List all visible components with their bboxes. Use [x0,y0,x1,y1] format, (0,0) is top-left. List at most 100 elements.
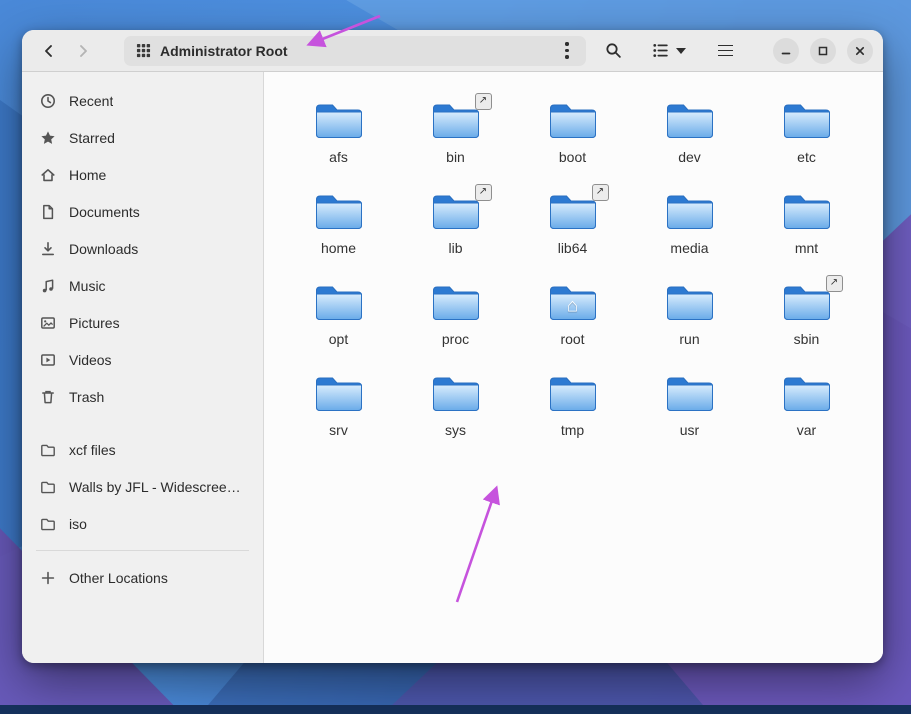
sidebar-item-label: Trash [69,389,104,405]
file-label: sys [445,422,466,438]
sidebar-item-iso[interactable]: iso [30,505,255,542]
chevron-left-icon [41,43,57,59]
chevron-down-icon [676,48,686,54]
forward-button[interactable] [66,34,100,68]
folder-icon [429,371,483,417]
file-item-lib[interactable]: ↗ lib [397,189,514,280]
sidebar-item-label: Documents [69,204,140,220]
sidebar-item-label: Music [69,278,106,294]
sidebar-item-label: Other Locations [69,570,168,586]
sidebar-item-xcf-files[interactable]: xcf files [30,431,255,468]
folder-icon [663,189,717,235]
sidebar-item-music[interactable]: Music [30,267,255,304]
file-item-sys[interactable]: sys [397,371,514,462]
maximize-button[interactable] [810,38,836,64]
wallpaper-bottom-strip [0,705,911,714]
file-label: opt [329,331,348,347]
star-icon [40,130,56,146]
path-bar[interactable]: Administrator Root [124,36,586,66]
file-label: afs [329,149,348,165]
file-label: bin [446,149,465,165]
file-item-proc[interactable]: proc [397,280,514,371]
kebab-menu-icon [565,42,568,58]
sidebar-item-label: Downloads [69,241,138,257]
file-item-etc[interactable]: etc [748,98,865,189]
folder-icon [546,371,600,417]
video-icon [40,352,56,368]
search-icon [605,42,622,59]
file-item-root[interactable]: ⌂ root [514,280,631,371]
file-item-srv[interactable]: srv [280,371,397,462]
home-icon [40,167,56,183]
file-item-run[interactable]: run [631,280,748,371]
folder-icon [312,189,366,235]
file-item-afs[interactable]: afs [280,98,397,189]
file-label: var [797,422,816,438]
file-grid: afs ↗ bin boot dev etc [280,98,883,462]
folder-icon: ↗ [546,189,600,235]
file-item-opt[interactable]: opt [280,280,397,371]
sidebar-item-label: Walls by JFL - Widescreen (... [69,479,245,495]
file-item-dev[interactable]: dev [631,98,748,189]
symlink-emblem-icon: ↗ [826,275,843,292]
file-item-media[interactable]: media [631,189,748,280]
folder-icon [663,280,717,326]
folder-outline-icon [40,516,56,532]
search-button[interactable] [596,34,630,68]
back-button[interactable] [32,34,66,68]
sidebar-item-starred[interactable]: Starred [30,119,255,156]
sidebar-item-label: xcf files [69,442,116,458]
file-label: proc [442,331,469,347]
file-label: mnt [795,240,818,256]
sidebar-item-label: Videos [69,352,112,368]
sidebar-item-documents[interactable]: Documents [30,193,255,230]
hamburger-menu-icon [718,45,733,56]
location-menu-button[interactable] [552,37,582,65]
folder-icon [663,371,717,417]
file-item-usr[interactable]: usr [631,371,748,462]
folder-icon [312,371,366,417]
file-item-boot[interactable]: boot [514,98,631,189]
file-label: lib [448,240,462,256]
maximize-icon [817,45,829,57]
file-label: run [679,331,699,347]
sidebar-item-trash[interactable]: Trash [30,378,255,415]
current-location-label: Administrator Root [160,43,552,59]
folder-icon [780,371,834,417]
file-item-mnt[interactable]: mnt [748,189,865,280]
sidebar-item-home[interactable]: Home [30,156,255,193]
main-menu-button[interactable] [708,34,742,68]
sidebar-item-label: Starred [69,130,115,146]
sidebar-item-other-locations[interactable]: Other Locations [30,559,255,596]
sidebar-item-recent[interactable]: Recent [30,82,255,119]
folder-outline-icon [40,479,56,495]
clock-icon [40,93,56,109]
file-item-var[interactable]: var [748,371,865,462]
file-item-bin[interactable]: ↗ bin [397,98,514,189]
file-label: dev [678,149,701,165]
file-label: sbin [794,331,820,347]
view-options-button[interactable] [646,34,692,68]
download-icon [40,241,56,257]
file-item-tmp[interactable]: tmp [514,371,631,462]
sidebar-item-videos[interactable]: Videos [30,341,255,378]
sidebar-item-downloads[interactable]: Downloads [30,230,255,267]
folder-icon [312,280,366,326]
file-label: tmp [561,422,584,438]
file-item-lib64[interactable]: ↗ lib64 [514,189,631,280]
sidebar-item-walls-by-jfl[interactable]: Walls by JFL - Widescreen (... [30,468,255,505]
close-button[interactable] [847,38,873,64]
folder-icon [312,98,366,144]
file-label: root [560,331,584,347]
file-item-sbin[interactable]: ↗ sbin [748,280,865,371]
file-item-home[interactable]: home [280,189,397,280]
sidebar-item-pictures[interactable]: Pictures [30,304,255,341]
sidebar-bookmarks: xcf files Walls by JFL - Widescreen (...… [30,431,255,542]
sidebar-item-label: Pictures [69,315,120,331]
file-label: lib64 [558,240,588,256]
grid-location-icon [136,43,151,58]
close-icon [854,45,866,57]
minimize-icon [780,45,792,57]
sidebar-item-label: Recent [69,93,113,109]
minimize-button[interactable] [773,38,799,64]
